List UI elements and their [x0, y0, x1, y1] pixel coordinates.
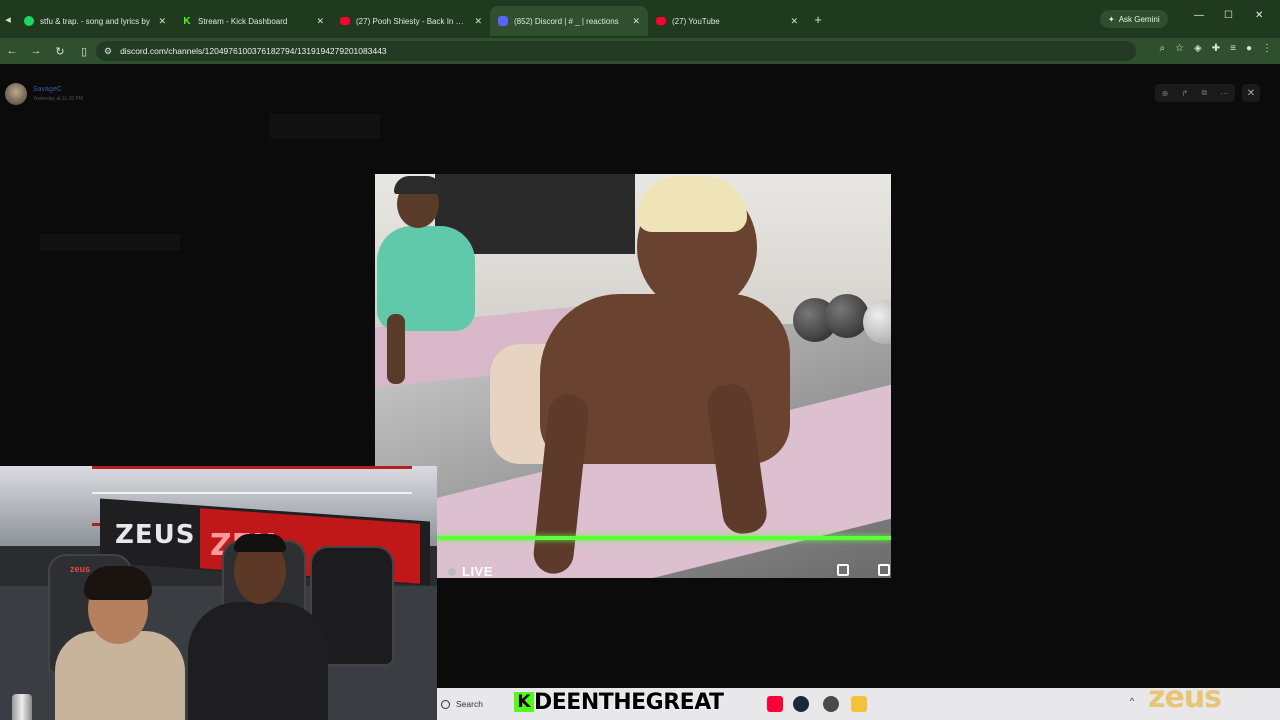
- address-bar-actions: ⌕ ☆ ◈ ✚ ≡ ● ⋮: [1159, 43, 1272, 54]
- message-timestamp: Yesterday at 11:20 PM: [33, 96, 84, 102]
- bookmark-star-icon[interactable]: ☆: [1175, 43, 1184, 54]
- chair-logo: zeus: [70, 564, 91, 574]
- brand-logo: zeus: [1148, 680, 1222, 715]
- gemini-icon: ✦: [1108, 14, 1115, 24]
- steam-taskbar-icon[interactable]: [793, 696, 809, 712]
- youtube-taskbar-icon[interactable]: [767, 696, 783, 712]
- person-background: [387, 314, 405, 384]
- more-options-icon[interactable]: ⋯: [1220, 89, 1228, 98]
- new-tab-button[interactable]: +: [806, 12, 830, 27]
- medicine-ball: [825, 294, 869, 338]
- banner-text: ZEUS: [115, 520, 196, 550]
- open-external-icon[interactable]: ⧉: [1201, 88, 1207, 98]
- menu-kebab-icon[interactable]: ⋮: [1262, 43, 1272, 54]
- address-bar: ← → ↻ ▯ ⚙ discord.com/channels/120497610…: [0, 38, 1280, 64]
- url-text: discord.com/channels/1204976100376182794…: [120, 46, 387, 56]
- taskbar-search[interactable]: Search: [441, 693, 511, 715]
- drink-can: [12, 694, 32, 720]
- youtube-icon: [340, 17, 350, 25]
- screen: ◂ stfu & trap. - song and lyrics by ✕ K …: [0, 0, 1280, 720]
- video-player[interactable]: LIVE: [375, 174, 891, 578]
- search-placeholder: Search: [456, 699, 483, 709]
- extension-icon[interactable]: ◈: [1194, 43, 1202, 54]
- person-background: [394, 176, 442, 194]
- puzzle-extensions-icon[interactable]: ✚: [1212, 43, 1220, 54]
- discord-icon: [498, 16, 508, 26]
- fullscreen-icon[interactable]: [878, 564, 890, 576]
- minimize-button[interactable]: —: [1194, 10, 1204, 21]
- kick-icon: K: [183, 15, 191, 27]
- tab-title: Stream - Kick Dashboard: [198, 16, 288, 26]
- ask-gemini-button[interactable]: ✦ Ask Gemini: [1100, 10, 1168, 28]
- media-control-icon[interactable]: ≡: [1230, 43, 1236, 54]
- author-name[interactable]: SavageC: [33, 86, 62, 93]
- tab-title: (27) Pooh Shiesty - Back In Bloo: [356, 16, 469, 26]
- tab-title: (852) Discord | # _ | reactions: [514, 16, 619, 26]
- tray-chevron-icon[interactable]: ^: [1130, 696, 1134, 706]
- mouse-cursor-icon: [462, 498, 472, 508]
- dim-placeholder: [270, 114, 380, 138]
- forward-icon[interactable]: ↱: [1182, 89, 1189, 98]
- tab-close-icon[interactable]: ✕: [790, 16, 798, 27]
- streamer-right: [234, 534, 286, 552]
- reload-button[interactable]: ↻: [48, 45, 72, 58]
- close-window-button[interactable]: ✕: [1255, 10, 1263, 21]
- streamer-name-overlay: K DEENTHEGREAT: [514, 688, 725, 716]
- search-icon: [441, 699, 450, 709]
- picture-in-picture-icon[interactable]: [837, 564, 849, 576]
- live-dot-icon: [448, 568, 456, 576]
- file-explorer-icon[interactable]: [851, 696, 867, 712]
- webcam-overlay: ZEUS ZEU zeus: [0, 466, 437, 720]
- tab-close-icon[interactable]: ✕: [474, 16, 482, 27]
- boxing-ring: [92, 492, 412, 494]
- browser-tab-bar: ◂ stfu & trap. - song and lyrics by ✕ K …: [0, 0, 1280, 38]
- streamer-name: DEENTHEGREAT: [534, 689, 725, 715]
- streamer-left: [55, 631, 185, 720]
- person-foreground: [637, 176, 747, 232]
- tab-title: stfu & trap. - song and lyrics by: [40, 16, 150, 26]
- ask-gemini-label: Ask Gemini: [1118, 14, 1160, 24]
- tab-youtube[interactable]: (27) YouTube ✕: [648, 6, 806, 36]
- tab-close-icon[interactable]: ✕: [316, 16, 324, 27]
- back-button[interactable]: ←: [0, 45, 24, 57]
- avatar[interactable]: [5, 83, 27, 105]
- tab-close-icon[interactable]: ✕: [632, 16, 640, 27]
- tab-youtube-video[interactable]: (27) Pooh Shiesty - Back In Bloo ✕: [332, 6, 490, 36]
- forward-button[interactable]: →: [24, 45, 48, 57]
- obs-taskbar-icon[interactable]: [823, 696, 839, 712]
- youtube-icon: [656, 17, 666, 25]
- streamer-left: [84, 566, 152, 600]
- kick-badge-icon: K: [514, 692, 534, 712]
- tab-search-icon[interactable]: ◂: [0, 0, 16, 38]
- url-field[interactable]: ⚙ discord.com/channels/12049761003761827…: [96, 41, 1136, 61]
- tab-title: (27) YouTube: [672, 16, 720, 26]
- live-label: LIVE: [462, 564, 493, 578]
- spotify-icon: [24, 16, 34, 26]
- tab-discord[interactable]: (852) Discord | # _ | reactions ✕: [490, 6, 648, 36]
- maximize-button[interactable]: ☐: [1224, 10, 1233, 21]
- profile-icon[interactable]: ●: [1246, 43, 1252, 54]
- sidebar-toggle-icon[interactable]: ▯: [72, 45, 96, 58]
- tab-spotify[interactable]: stfu & trap. - song and lyrics by ✕: [16, 6, 174, 36]
- media-viewer-toolbar: ⊕ ↱ ⧉ ⋯: [1155, 84, 1235, 102]
- zoom-in-icon[interactable]: ⊕: [1162, 89, 1169, 98]
- tab-kick-dashboard[interactable]: K Stream - Kick Dashboard ✕: [174, 6, 332, 36]
- progress-line: [437, 536, 891, 540]
- dim-placeholder: [40, 234, 180, 250]
- streamer-right: [188, 602, 328, 720]
- site-info-icon[interactable]: ⚙: [104, 46, 112, 57]
- close-viewer-button[interactable]: ✕: [1242, 84, 1260, 102]
- tab-close-icon[interactable]: ✕: [158, 16, 166, 27]
- zoom-icon[interactable]: ⌕: [1159, 43, 1165, 54]
